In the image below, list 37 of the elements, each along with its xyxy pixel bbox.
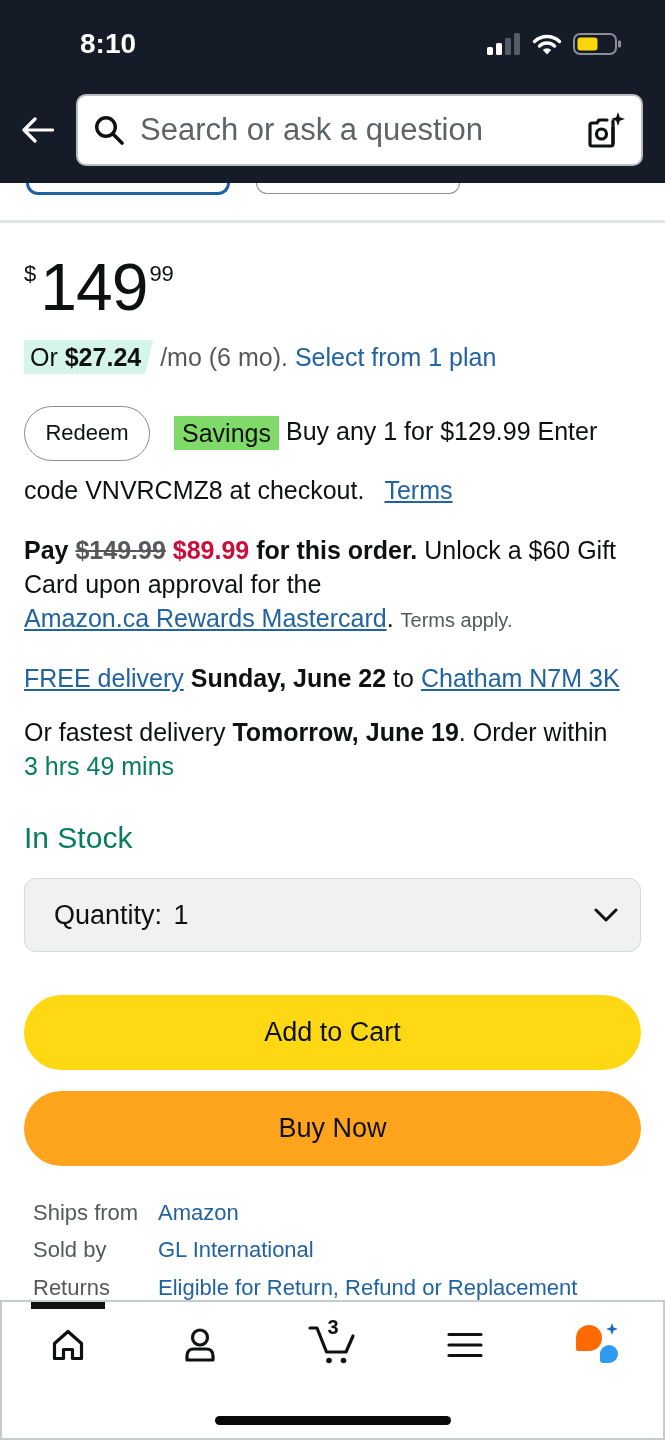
terms-link[interactable]: Terms <box>384 475 453 504</box>
promo-text: Redeem Savings Buy any 1 for $129.99 Enter code VNVRCMZ8 at checkout. Terms <box>24 402 641 519</box>
detail-label: Sold by <box>33 1237 108 1264</box>
camera-sparkle-icon[interactable] <box>587 111 625 149</box>
detail-label: Returns <box>33 1274 112 1301</box>
wifi-icon <box>532 33 562 55</box>
buy-now-button[interactable]: Buy Now <box>24 1090 641 1166</box>
search-input[interactable]: Search or ask a question <box>140 106 571 154</box>
quantity-dropdown[interactable]: Quantity: 1 <box>24 877 641 952</box>
variant-option[interactable] <box>26 183 230 195</box>
stock-status: In Stock <box>24 819 134 856</box>
search-bar[interactable]: Search or ask a question <box>76 94 643 166</box>
home-icon[interactable] <box>51 1327 86 1362</box>
detail-label: Ships from <box>33 1199 140 1226</box>
savings-badge: Savings <box>174 416 279 451</box>
fastest-delivery-text: Or fastest delivery Tomorrow, June 19. Order within 3 hrs 49 mins <box>24 716 609 782</box>
search-icon <box>94 115 124 145</box>
detail-value-link[interactable]: GL International <box>158 1237 314 1264</box>
signal-icon <box>487 33 521 55</box>
cart-tab[interactable]: 3 <box>295 1302 370 1380</box>
delivery-text: FREE delivery Sunday, June 22 to Chatham N7M 3K <box>24 662 621 694</box>
add-to-cart-button[interactable]: Add to Cart <box>24 994 641 1070</box>
detail-value-link[interactable]: Eligible for Return, Refund or Replacement <box>158 1274 578 1301</box>
status-time: 8:10 <box>80 30 137 58</box>
person-icon[interactable] <box>185 1327 216 1362</box>
offer-text: Pay $149.99 $89.99 for this order. Unlock a $60 Gift Card upon approval for the Amazon.ca Rewards Mastercard. Terms apply. <box>24 534 618 634</box>
card-link[interactable]: Amazon.ca Rewards Mastercard <box>24 603 387 632</box>
chevron-down-icon <box>594 907 618 922</box>
battery-icon <box>573 33 621 55</box>
delivery-link[interactable]: FREE delivery <box>24 663 184 692</box>
back-arrow-icon[interactable] <box>22 117 54 143</box>
redeem-button[interactable]: Redeem <box>24 405 150 461</box>
installment-text: Or $27.24 /mo (6 mo). Select from 1 plan <box>24 340 641 374</box>
plan-link[interactable]: Select from 1 plan <box>294 343 497 371</box>
menu-icon[interactable] <box>446 1331 483 1358</box>
location-link[interactable]: Chatham N7M 3K <box>420 663 620 692</box>
detail-value-link[interactable]: Amazon <box>158 1199 239 1226</box>
